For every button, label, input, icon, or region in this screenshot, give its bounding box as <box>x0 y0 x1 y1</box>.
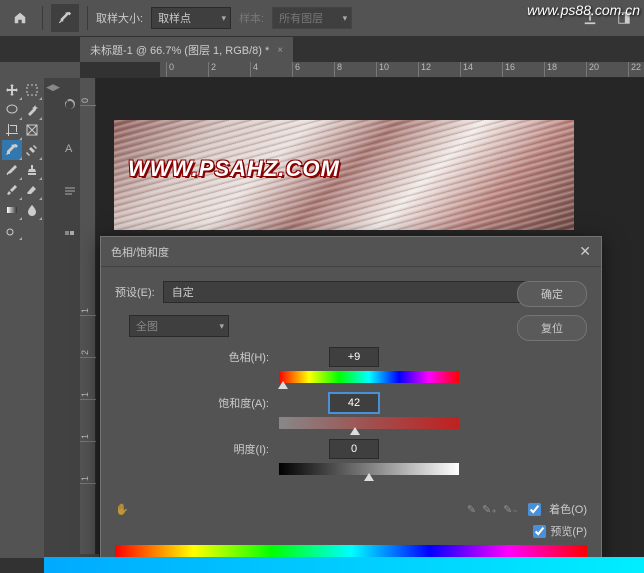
ok-button[interactable]: 确定 <box>517 281 587 307</box>
stamp-tool[interactable] <box>22 160 42 180</box>
collapsed-panel-left[interactable]: ◀▶ <box>44 78 62 558</box>
svg-text:A: A <box>65 143 73 154</box>
healing-tool[interactable] <box>22 140 42 160</box>
saturation-input[interactable] <box>329 393 379 413</box>
sample-size-label: 取样大小: <box>96 10 143 26</box>
image-watermark: WWW.PSAHZ.COM <box>128 156 340 182</box>
bottom-color-strip <box>44 557 644 573</box>
close-icon[interactable]: ✕ <box>579 243 591 260</box>
history-brush-tool[interactable] <box>2 180 22 200</box>
scrubby-icon[interactable]: ✋ <box>115 503 129 516</box>
hue-input[interactable] <box>329 347 379 367</box>
collapsed-panel: A <box>62 78 80 558</box>
move-tool[interactable] <box>2 80 22 100</box>
horizontal-ruler: 0 2 4 6 8 10 12 14 16 18 20 22 24 <box>160 62 644 78</box>
dialog-title: 色相/饱和度 <box>111 244 169 260</box>
marquee-tool[interactable] <box>22 80 42 100</box>
eyedropper-icon[interactable]: ✎ <box>467 503 476 516</box>
lightness-slider[interactable] <box>279 463 459 475</box>
sample-label: 样本: <box>239 10 264 26</box>
channel-dropdown[interactable]: 全图 <box>129 315 229 337</box>
eyedropper-plus-icon[interactable]: ✎₊ <box>482 503 497 516</box>
home-button[interactable] <box>6 4 34 32</box>
hue-slider[interactable] <box>279 371 459 383</box>
preview-checkbox[interactable]: 预览(P) <box>533 523 587 539</box>
gradient-tool[interactable] <box>2 200 22 220</box>
brush-tool[interactable] <box>2 160 22 180</box>
lightness-input[interactable] <box>329 439 379 459</box>
dialog-titlebar[interactable]: 色相/饱和度 ✕ <box>101 237 601 267</box>
site-watermark: www.ps88.com.cn <box>527 2 640 18</box>
blur-tool[interactable] <box>22 200 42 220</box>
character-panel-icon[interactable]: A <box>64 142 78 156</box>
close-tab-icon[interactable]: × <box>277 45 283 56</box>
hue-saturation-dialog: 色相/饱和度 ✕ 预设(E): 自定 ⚙. 确定 复位 全图 色相(H): 饱和… <box>100 236 602 568</box>
document-image: WWW.PSAHZ.COM <box>114 120 574 230</box>
magic-wand-tool[interactable] <box>22 100 42 120</box>
tab-title: 未标题-1 @ 66.7% (图层 1, RGB/8) * <box>90 42 269 58</box>
toolbox <box>0 78 44 558</box>
history-panel-icon[interactable] <box>64 98 78 112</box>
swatches-panel-icon[interactable] <box>64 230 78 244</box>
paragraph-panel-icon[interactable] <box>64 186 78 200</box>
sample-size-dropdown[interactable]: 取样点 <box>151 7 231 29</box>
eraser-tool[interactable] <box>22 180 42 200</box>
preset-dropdown[interactable]: 自定 <box>163 281 565 303</box>
document-tab[interactable]: 未标题-1 @ 66.7% (图层 1, RGB/8) * × <box>80 37 293 62</box>
saturation-label: 饱和度(A): <box>129 395 269 411</box>
vertical-ruler: 0 1 2 1 1 1 <box>80 78 96 558</box>
eyedropper-minus-icon[interactable]: ✎₋ <box>503 503 518 516</box>
sample-dropdown[interactable]: 所有图层 <box>272 7 352 29</box>
crop-tool[interactable] <box>2 120 22 140</box>
lightness-label: 明度(I): <box>129 441 269 457</box>
saturation-slider[interactable] <box>279 417 459 429</box>
eyedropper-tool-icon[interactable] <box>51 4 79 32</box>
colorize-checkbox[interactable]: 着色(O) <box>528 501 587 517</box>
lasso-tool[interactable] <box>2 100 22 120</box>
frame-tool[interactable] <box>22 120 42 140</box>
eyedropper-tool[interactable] <box>2 140 22 160</box>
cancel-button[interactable]: 复位 <box>517 315 587 341</box>
document-tabs: 未标题-1 @ 66.7% (图层 1, RGB/8) * × <box>0 36 644 62</box>
preset-label: 预设(E): <box>115 284 155 300</box>
dodge-tool[interactable] <box>2 220 22 240</box>
hue-label: 色相(H): <box>129 349 269 365</box>
